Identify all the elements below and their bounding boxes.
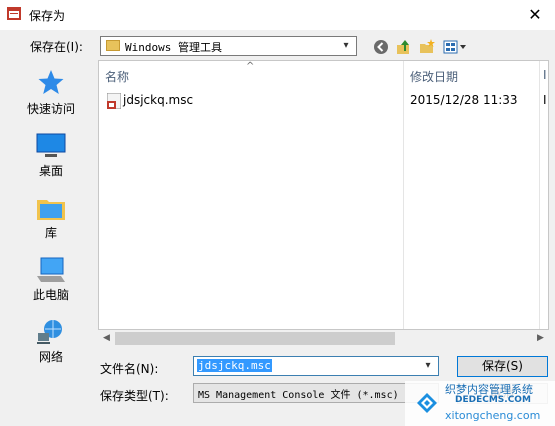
chevron-down-icon[interactable]: ▾: [421, 358, 435, 374]
file-list[interactable]: ^ 名称 修改日期 I jdsjckq.msc 2015/12/28 11:33…: [98, 60, 549, 330]
column-header-name[interactable]: 名称: [105, 68, 129, 85]
filetype-value: MS Management Console 文件 (*.msc): [198, 390, 399, 401]
watermark-text: DEDECMS.COM: [455, 395, 531, 405]
filename-label: 文件名(N):: [100, 362, 159, 376]
window-title: 保存为: [29, 9, 66, 23]
place-library[interactable]: 库: [8, 192, 94, 242]
sort-ascending-icon: ^: [246, 61, 255, 72]
place-label: 桌面: [38, 164, 63, 178]
back-icon[interactable]: [372, 38, 390, 56]
column-divider[interactable]: [403, 61, 404, 329]
column-divider[interactable]: [539, 61, 540, 329]
msc-file-icon: [107, 93, 121, 109]
place-label: 库: [44, 226, 57, 240]
quick-access-star-icon: [38, 70, 64, 94]
filename-input[interactable]: jdsjckq.msc ▾: [193, 356, 439, 376]
app-icon: [7, 7, 21, 20]
place-label: 此电脑: [32, 288, 69, 302]
places-bar: 快速访问 桌面 库 此电脑 网络: [8, 60, 94, 380]
column-header-modified[interactable]: 修改日期: [410, 68, 458, 85]
place-desktop[interactable]: 桌面: [8, 130, 94, 180]
scroll-left-icon[interactable]: ◀: [98, 330, 115, 347]
this-pc-icon: [37, 257, 65, 282]
look-in-dropdown[interactable]: Windows 管理工具 ▾: [100, 36, 357, 56]
horizontal-scrollbar[interactable]: ◀ ▶: [98, 330, 549, 347]
column-header-extra[interactable]: I: [543, 68, 547, 82]
look-in-path: Windows 管理工具: [125, 41, 222, 54]
place-quick-access[interactable]: 快速访问: [8, 68, 94, 118]
chevron-down-icon[interactable]: ▾: [339, 38, 353, 54]
library-icon: [37, 200, 65, 220]
place-label: 网络: [38, 350, 63, 364]
row-extra-column: I: [543, 93, 547, 107]
filetype-label: 保存类型(T):: [100, 389, 169, 403]
watermark: 织梦内容管理系统 DEDECMS.COM xitongcheng.com: [405, 381, 555, 426]
desktop-icon: [36, 133, 66, 157]
close-button[interactable]: ✕: [523, 4, 547, 26]
place-label: 快速访问: [26, 102, 75, 116]
up-folder-icon[interactable]: [395, 38, 413, 56]
filetype-select[interactable]: MS Management Console 文件 (*.msc): [193, 383, 439, 403]
scrollbar-thumb[interactable]: [115, 332, 395, 345]
folder-icon: [106, 40, 120, 51]
filename-value: jdsjckq.msc: [197, 359, 272, 372]
save-button[interactable]: 保存(S): [457, 356, 548, 377]
table-row[interactable]: jdsjckq.msc: [123, 93, 193, 107]
new-folder-icon[interactable]: [418, 38, 436, 56]
row-modified-date: 2015/12/28 11:33: [410, 93, 518, 107]
view-menu-icon[interactable]: [443, 38, 469, 56]
title-bar: 保存为 ✕: [0, 0, 555, 30]
network-icon: [37, 320, 62, 344]
watermark-text: xitongcheng.com: [445, 409, 541, 422]
look-in-label: 保存在(I):: [30, 40, 83, 54]
scroll-right-icon[interactable]: ▶: [532, 330, 549, 347]
place-this-pc[interactable]: 此电脑: [8, 254, 94, 304]
place-network[interactable]: 网络: [8, 316, 94, 366]
